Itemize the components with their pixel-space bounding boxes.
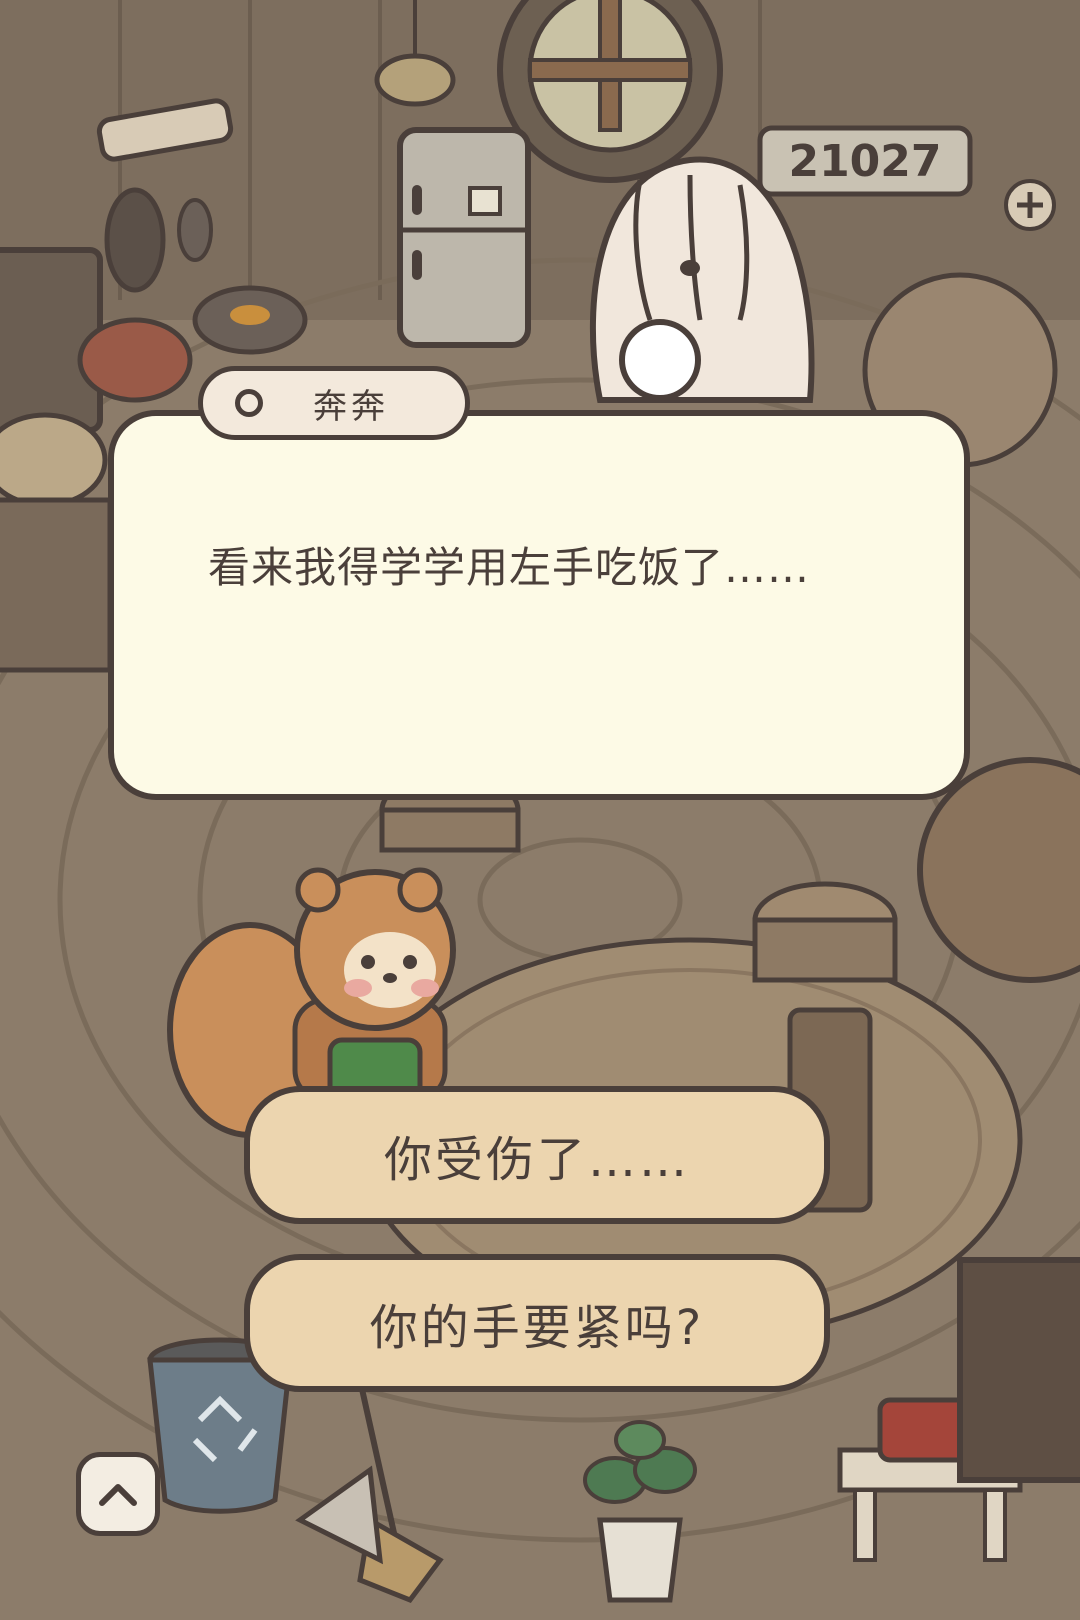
fridge: [397, 127, 531, 348]
dialog-box[interactable]: 看来我得学学用左手吃饭了……: [108, 410, 970, 800]
chevron-up-icon: [99, 1484, 137, 1506]
choice-button-1[interactable]: 你受伤了……: [244, 1086, 830, 1224]
dialog-text: 看来我得学学用左手吃饭了……: [208, 543, 811, 592]
speaker-name-tag: 奔奔: [198, 366, 470, 440]
coin-counter-value: 21027: [788, 136, 941, 187]
speaker-name: 奔奔: [313, 386, 389, 427]
choice-button-2[interactable]: 你的手要紧吗?: [244, 1254, 830, 1392]
expand-up-button[interactable]: [76, 1452, 160, 1536]
circle-icon: [235, 389, 263, 417]
